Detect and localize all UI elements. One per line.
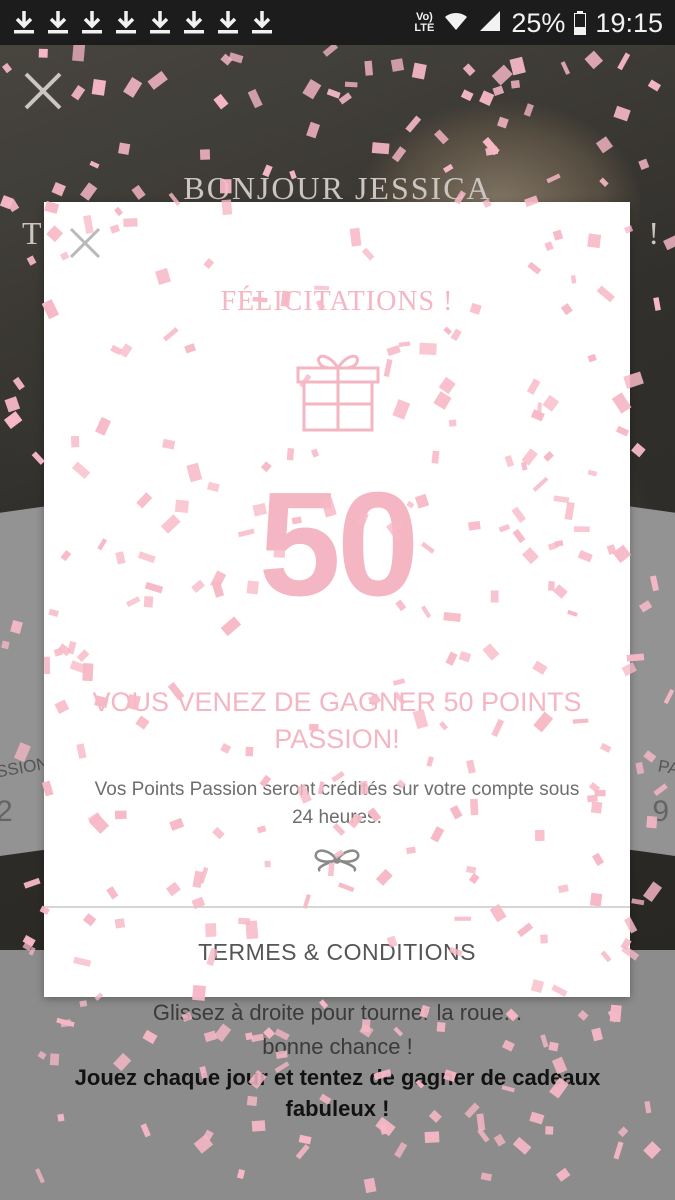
clock: 19:15	[595, 7, 663, 38]
points-amount: 50	[258, 462, 420, 627]
win-message: VOUS VENEZ DE GAGNER 50 POINTS PASSION!	[92, 687, 582, 754]
status-bar: Vo) LTE 25% 19:15	[0, 0, 675, 45]
dialog-title: FÉLICITATIONS !	[220, 286, 454, 317]
download-notifications	[12, 9, 274, 35]
close-icon[interactable]	[68, 226, 102, 260]
gift-icon	[294, 350, 382, 432]
download-icon	[12, 9, 36, 35]
signal-icon	[478, 9, 502, 38]
download-icon	[148, 9, 172, 35]
bow-icon	[312, 848, 362, 872]
download-icon	[216, 9, 240, 35]
credit-info: Vos Points Passion seront crédités sur v…	[94, 779, 580, 828]
download-icon	[182, 9, 206, 35]
terms-conditions-button[interactable]: TERMES & CONDITIONS	[44, 908, 630, 997]
battery-icon	[574, 11, 587, 35]
download-icon	[46, 9, 70, 35]
download-icon	[114, 9, 138, 35]
download-icon	[80, 9, 104, 35]
wifi-icon	[443, 10, 469, 37]
status-right: Vo) LTE 25% 19:15	[414, 6, 663, 40]
volte-indicator: Vo) LTE	[414, 11, 435, 34]
congratulations-dialog: FÉLICITATIONS ! 50 VOUS VENEZ DE GAGNER …	[44, 202, 630, 997]
battery-percent: 25%	[511, 7, 566, 38]
download-icon	[250, 9, 274, 35]
